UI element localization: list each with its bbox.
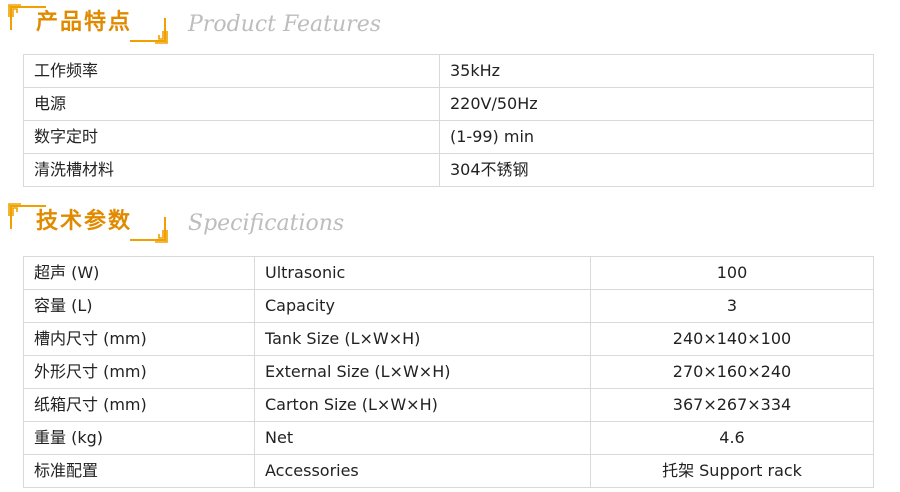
table-row: 外形尺寸 (mm) External Size (L×W×H) 270×160×… <box>23 355 874 389</box>
fret-ornament-icon <box>8 4 21 17</box>
section-title-en: Product Features <box>188 12 382 37</box>
spec-label-en: External Size (L×W×H) <box>254 355 591 389</box>
spec-value: 托架 Support rack <box>590 454 874 488</box>
spec-label-cn: 纸箱尺寸 (mm) <box>23 388 255 422</box>
spec-label-en: Ultrasonic <box>254 256 591 290</box>
spec-label-en: Accessories <box>254 454 591 488</box>
product-features-header: 产品特点 Product Features <box>8 4 608 44</box>
specifications-table: 超声 (W) Ultrasonic 100 容量 (L) Capacity 3 … <box>23 256 874 488</box>
feature-label: 电源 <box>23 87 440 121</box>
feature-label: 工作频率 <box>23 54 440 88</box>
spec-value: 100 <box>590 256 874 290</box>
table-row: 电源 220V/50Hz <box>23 87 874 121</box>
table-row: 槽内尺寸 (mm) Tank Size (L×W×H) 240×140×100 <box>23 322 874 356</box>
spec-label-cn: 外形尺寸 (mm) <box>23 355 255 389</box>
spec-value: 270×160×240 <box>590 355 874 389</box>
table-row: 数字定时 (1-99) min <box>23 120 874 154</box>
features-table: 工作频率 35kHz 电源 220V/50Hz 数字定时 (1-99) min … <box>23 54 874 187</box>
spec-label-cn: 重量 (kg) <box>23 421 255 455</box>
table-row: 超声 (W) Ultrasonic 100 <box>23 256 874 290</box>
table-row: 重量 (kg) Net 4.6 <box>23 421 874 455</box>
section-title-cn: 技术参数 <box>36 209 133 234</box>
feature-label: 数字定时 <box>23 120 440 154</box>
feature-value: 220V/50Hz <box>439 87 874 121</box>
feature-value: 35kHz <box>439 54 874 88</box>
section-title-en: Specifications <box>188 211 345 236</box>
spec-value: 4.6 <box>590 421 874 455</box>
spec-label-cn: 标准配置 <box>23 454 255 488</box>
feature-value: 304不锈钢 <box>439 153 874 187</box>
spec-label-en: Net <box>254 421 591 455</box>
table-row: 纸箱尺寸 (mm) Carton Size (L×W×H) 367×267×33… <box>23 388 874 422</box>
table-row: 标准配置 Accessories 托架 Support rack <box>23 454 874 488</box>
spec-value: 3 <box>590 289 874 323</box>
spec-value: 240×140×100 <box>590 322 874 356</box>
feature-value: (1-99) min <box>439 120 874 154</box>
feature-label: 清洗槽材料 <box>23 153 440 187</box>
section-badge: 产品特点 <box>8 4 168 44</box>
spec-label-cn: 槽内尺寸 (mm) <box>23 322 255 356</box>
section-title-cn: 产品特点 <box>36 10 133 35</box>
fret-ornament-icon <box>155 31 168 44</box>
table-row: 清洗槽材料 304不锈钢 <box>23 153 874 187</box>
fret-ornament-icon <box>155 230 168 243</box>
spec-label-cn: 超声 (W) <box>23 256 255 290</box>
table-row: 容量 (L) Capacity 3 <box>23 289 874 323</box>
spec-label-en: Capacity <box>254 289 591 323</box>
spec-label-en: Carton Size (L×W×H) <box>254 388 591 422</box>
spec-value: 367×267×334 <box>590 388 874 422</box>
fret-ornament-icon <box>8 203 21 216</box>
spec-label-en: Tank Size (L×W×H) <box>254 322 591 356</box>
spec-label-cn: 容量 (L) <box>23 289 255 323</box>
table-row: 工作频率 35kHz <box>23 54 874 88</box>
specifications-header: 技术参数 Specifications <box>8 203 608 243</box>
section-badge: 技术参数 <box>8 203 168 243</box>
